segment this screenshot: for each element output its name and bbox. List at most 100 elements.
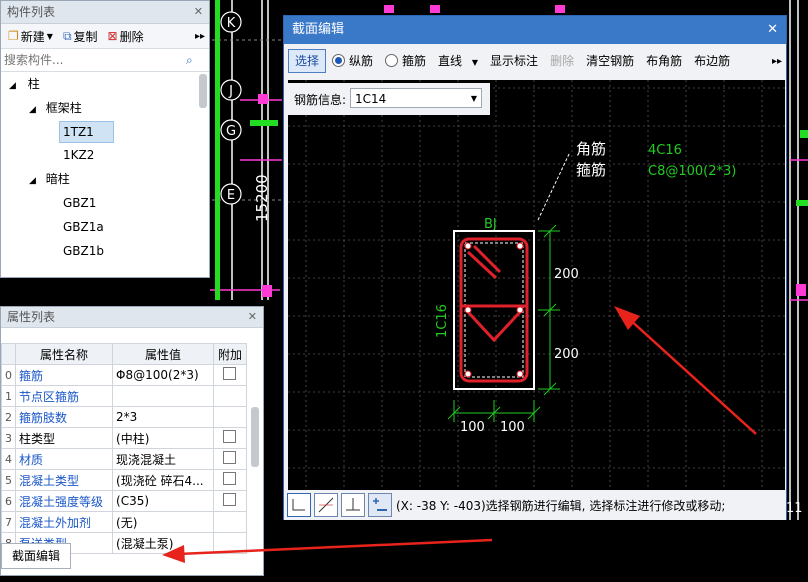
attribute-extra xyxy=(212,364,248,386)
snap-diagonal-icon[interactable] xyxy=(314,493,338,517)
collapse-icon: ◢ xyxy=(29,176,36,186)
table-row[interactable]: 7 混凝土外加剂 (无) xyxy=(1,511,248,533)
checkbox[interactable] xyxy=(223,493,237,506)
snap-orthogonal-icon[interactable] xyxy=(287,493,311,517)
search-row: ⌕ xyxy=(1,49,209,72)
rebar-point[interactable] xyxy=(464,242,472,250)
close-icon[interactable]: ✕ xyxy=(194,1,203,23)
bj-label: BJ xyxy=(484,217,497,232)
line-mode-select[interactable]: 直线 ▼ xyxy=(432,50,484,72)
table-row[interactable]: 0 箍筋 Φ8@100(2*3) xyxy=(1,364,248,386)
attribute-value[interactable]: (混凝土泵) xyxy=(112,532,214,554)
attribute-value[interactable]: (C35) xyxy=(112,490,214,512)
tree-item-gbz1a[interactable]: GBZ1a xyxy=(63,217,104,237)
delete-button[interactable]: ⊠ 删除 xyxy=(105,26,147,46)
dimension-vertical-2[interactable]: 200 xyxy=(554,347,579,362)
table-row[interactable]: 4 材质 现浇混凝土 xyxy=(1,448,248,470)
attribute-extra xyxy=(212,511,248,533)
close-icon[interactable]: ✕ xyxy=(767,16,778,44)
table-row[interactable]: 2 箍筋肢数 2*3 xyxy=(1,406,248,428)
attribute-value[interactable]: (中柱) xyxy=(112,427,214,449)
checkbox[interactable] xyxy=(223,472,237,485)
more-icon[interactable]: ▸▸ xyxy=(772,56,782,67)
tree-item-gbz1b[interactable]: GBZ1b xyxy=(63,241,104,261)
attribute-name: 混凝土类型 xyxy=(14,469,114,491)
attribute-value[interactable]: 现浇混凝土 xyxy=(112,448,214,470)
close-icon[interactable]: ✕ xyxy=(248,307,257,327)
table-row[interactable]: 6 混凝土强度等级 (C35) xyxy=(1,490,248,512)
attribute-list-panel: 属性列表 ✕ 属性名称 属性值 附加 0 箍筋 Φ8@100(2*3) 1 节点区箍筋 2… xyxy=(0,306,264,576)
column-header-extra: 附加 xyxy=(212,343,248,365)
copy-button[interactable]: ⧉ 复制 xyxy=(60,26,101,46)
dimension-horizontal-2[interactable]: 100 xyxy=(500,420,525,435)
rebar-point[interactable] xyxy=(516,370,524,378)
section-canvas[interactable]: 角筋 箍筋 4C16 C8@100(2*3) BJ 1C16 200 200 1… xyxy=(288,80,785,490)
side-rebar-value: 1C16 xyxy=(435,304,450,338)
dialog-toolbar: 选择 纵筋 箍筋 直线 ▼ 显示标注 删除 清空钢筋 布角筋 布边筋 ▸▸ xyxy=(284,48,786,74)
chevron-down-icon: ▼ xyxy=(46,31,53,41)
tree-item-gbz1[interactable]: GBZ1 xyxy=(63,193,96,213)
delete-button[interactable]: 删除 xyxy=(544,50,580,72)
dialog-status-bar: (X: -38 Y: -403)选择钢筋进行编辑, 选择标注进行修改或移动; xyxy=(284,490,786,520)
attribute-extra xyxy=(212,406,248,428)
longitudinal-radio[interactable]: 纵筋 xyxy=(326,50,379,72)
row-index: 2 xyxy=(1,406,16,428)
table-row[interactable]: 1 节点区箍筋 xyxy=(1,385,248,407)
stirrup-label: 箍筋 xyxy=(576,161,606,179)
snap-perpendicular-icon[interactable] xyxy=(341,493,365,517)
checkbox[interactable] xyxy=(223,367,237,380)
component-tree: ◢ 柱 ◢ 框架柱 1TZ1 1KZ2 ◢ 暗柱 GBZ1 GBZ1a GBZ1… xyxy=(1,72,209,272)
dimension-horizontal-1[interactable]: 100 xyxy=(460,420,485,435)
corner-rebar-label: 角筋 xyxy=(576,140,606,158)
component-panel-title: 构件列表 ✕ xyxy=(1,1,209,24)
attribute-extra xyxy=(212,490,248,512)
new-button[interactable]: ❐ 新建 ▼ xyxy=(5,26,56,46)
table-row[interactable]: 3 柱类型 (中柱) xyxy=(1,427,248,449)
tree-node-frame-column[interactable]: ◢ 框架柱 xyxy=(29,98,82,118)
corner-rebar-value: 4C16 xyxy=(648,143,682,158)
rebar-point[interactable] xyxy=(516,306,524,314)
attribute-name: 混凝土强度等级 xyxy=(14,490,114,512)
dialog-title: 截面编辑 xyxy=(292,22,345,37)
checkbox[interactable] xyxy=(223,451,237,464)
checkbox[interactable] xyxy=(223,430,237,443)
rebar-point[interactable] xyxy=(464,306,472,314)
search-icon[interactable]: ⌕ xyxy=(186,53,193,68)
attribute-value[interactable]: (现浇砼 碎石4... xyxy=(112,469,214,491)
tree-item-1tz1[interactable]: 1TZ1 xyxy=(59,121,114,143)
clear-rebar-button[interactable]: 清空钢筋 xyxy=(580,50,640,72)
attribute-value[interactable] xyxy=(112,385,214,407)
side-rebar-button[interactable]: 布边筋 xyxy=(688,50,736,72)
show-labels-button[interactable]: 显示标注 xyxy=(484,50,544,72)
stirrup-radio[interactable]: 箍筋 xyxy=(379,50,432,72)
dimension-text: 15200 xyxy=(253,174,271,222)
table-header: 属性名称 属性值 附加 xyxy=(1,343,248,365)
rebar-point[interactable] xyxy=(516,242,524,250)
delete-icon: ⊠ xyxy=(107,29,118,43)
scrollbar[interactable] xyxy=(251,407,259,467)
tree-node-hidden-column[interactable]: ◢ 暗柱 xyxy=(29,169,70,189)
more-icon[interactable]: ▸▸ xyxy=(195,31,205,42)
row-index: 6 xyxy=(1,490,16,512)
tree-item-1kz2[interactable]: 1KZ2 xyxy=(63,145,94,165)
tree-node-column[interactable]: ◢ 柱 xyxy=(9,74,40,94)
stirrup-value: C8@100(2*3) xyxy=(648,164,736,179)
row-index: 1 xyxy=(1,385,16,407)
column-header-value: 属性值 xyxy=(112,343,214,365)
rebar-info-select[interactable]: 1C14 ▼ xyxy=(350,88,482,108)
section-edit-button[interactable]: 截面编辑 xyxy=(1,543,71,569)
snap-add-icon[interactable] xyxy=(368,493,392,517)
rebar-point[interactable] xyxy=(464,370,472,378)
attribute-name: 箍筋 xyxy=(14,364,114,386)
scrollbar[interactable] xyxy=(199,74,207,108)
attribute-extra xyxy=(212,469,248,491)
search-input[interactable] xyxy=(1,52,186,68)
table-row[interactable]: 5 混凝土类型 (现浇砼 碎石4... xyxy=(1,469,248,491)
attribute-value[interactable]: (无) xyxy=(112,511,214,533)
corner-rebar-button[interactable]: 布角筋 xyxy=(640,50,688,72)
attribute-value[interactable]: Φ8@100(2*3) xyxy=(112,364,214,386)
attribute-value[interactable]: 2*3 xyxy=(112,406,214,428)
dimension-vertical-1[interactable]: 200 xyxy=(554,267,579,282)
dialog-title-bar: 截面编辑 ✕ xyxy=(284,16,786,44)
select-button[interactable]: 选择 xyxy=(288,49,327,73)
